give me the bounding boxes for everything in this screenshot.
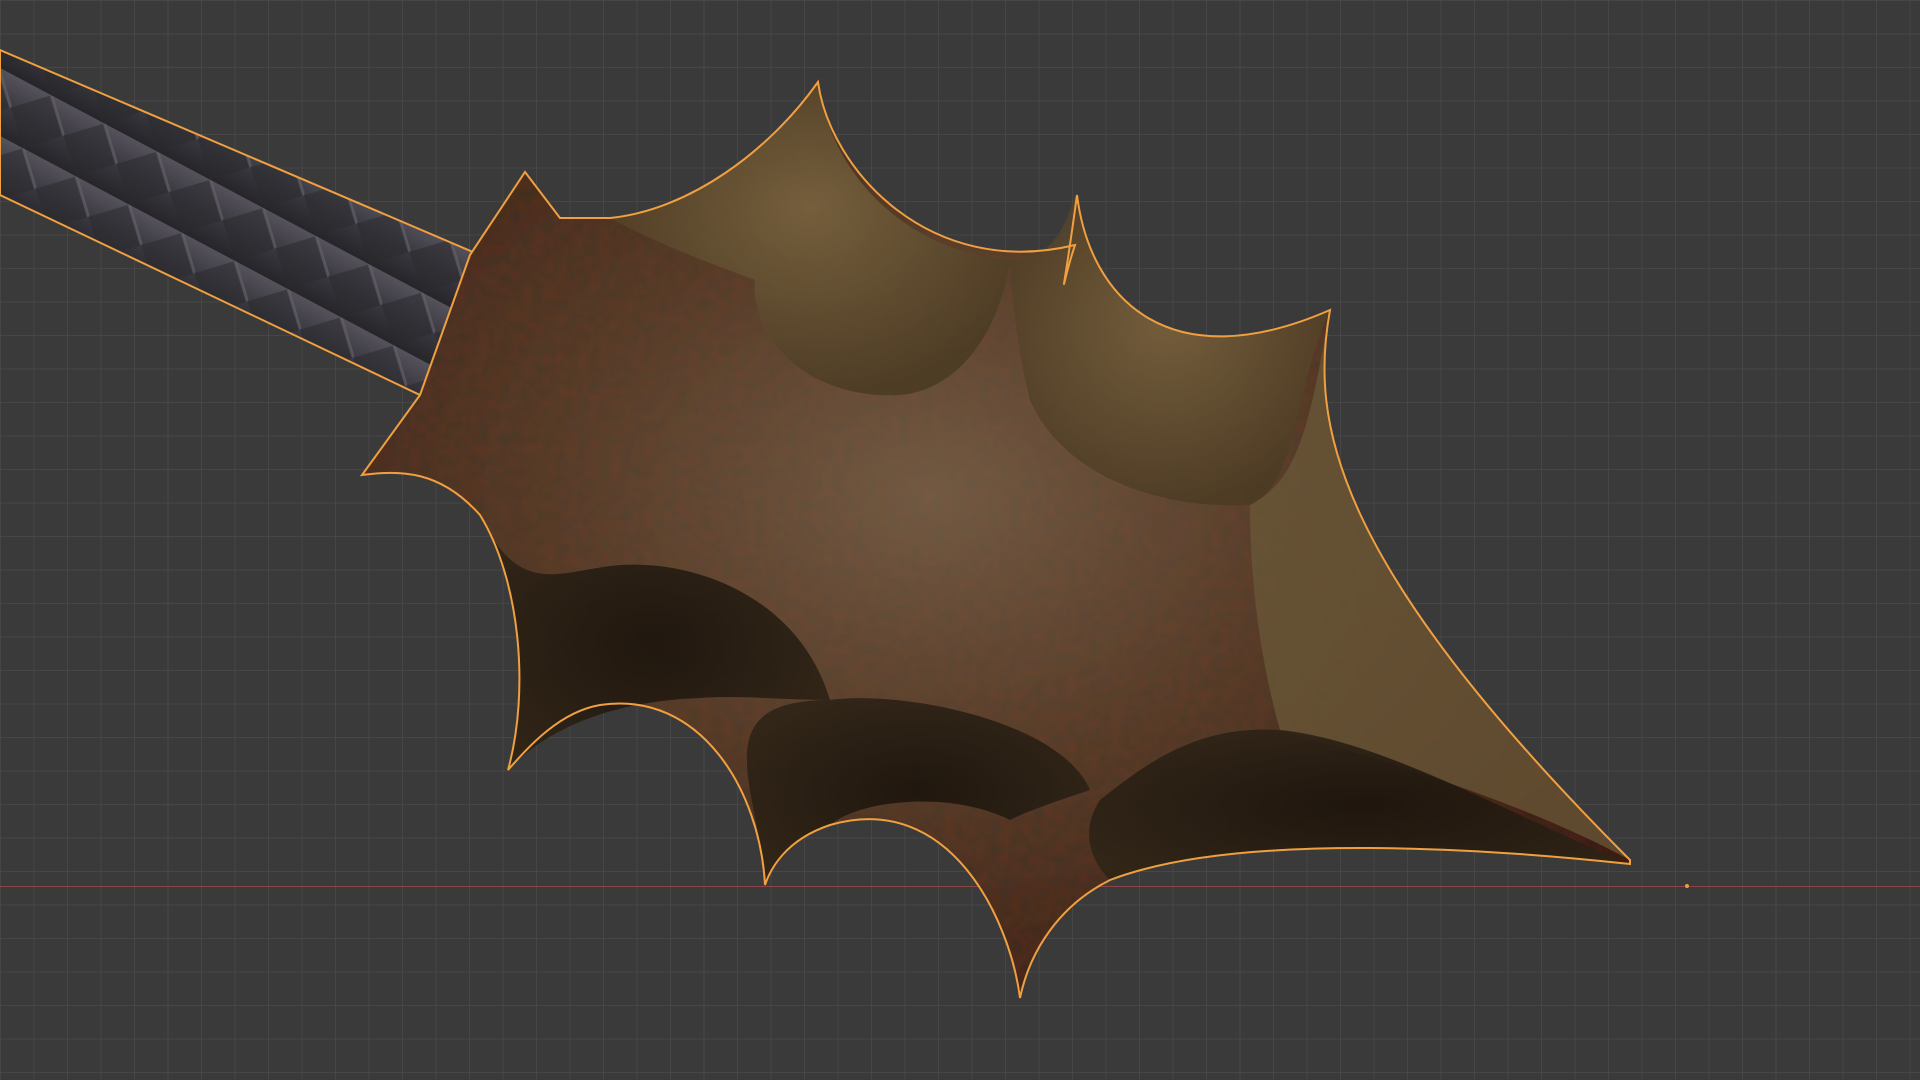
spear-blade — [362, 82, 1630, 998]
scene-render[interactable] — [0, 0, 1920, 1080]
3d-viewport[interactable] — [0, 0, 1920, 1080]
spear-shaft — [0, 48, 482, 397]
